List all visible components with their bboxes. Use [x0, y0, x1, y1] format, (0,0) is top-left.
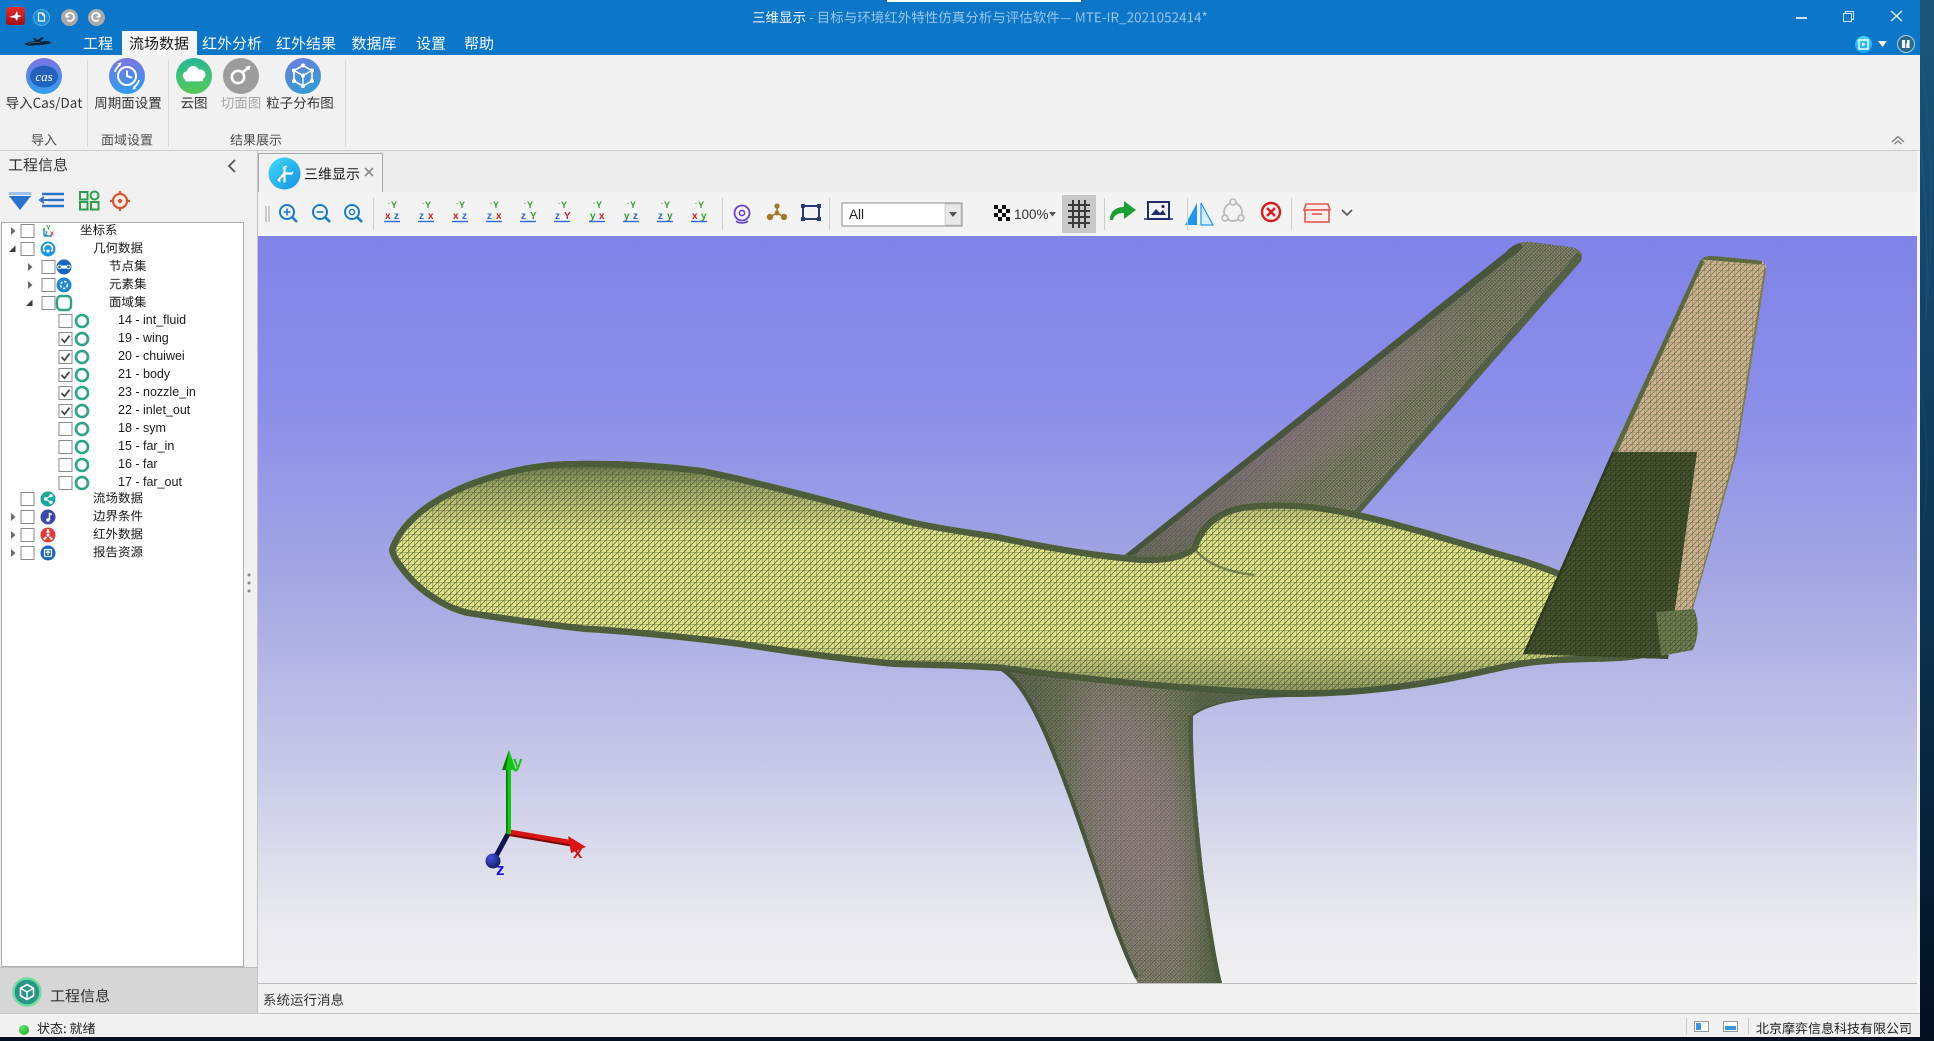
svg-text:z: z — [394, 211, 399, 222]
svg-text:Y: Y — [493, 200, 499, 210]
svg-text:Y: Y — [561, 200, 567, 210]
svg-text:Y: Y — [698, 200, 704, 210]
svg-text:Y: Y — [664, 200, 670, 210]
svg-text:Y: Y — [530, 211, 537, 222]
svg-text:Y: Y — [630, 200, 636, 210]
svg-text:100%: 100% — [1014, 207, 1049, 222]
svg-text:z: z — [555, 211, 560, 222]
svg-text:Y: Y — [459, 200, 465, 210]
svg-text:Y: Y — [564, 211, 571, 222]
svg-text:cas: cas — [35, 69, 52, 84]
svg-text:x: x — [428, 211, 434, 222]
svg-text:Y: Y — [391, 200, 397, 210]
svg-text:y: y — [590, 211, 596, 222]
svg-text:y: y — [624, 211, 630, 222]
svg-text:x: x — [599, 211, 605, 222]
svg-text:x: x — [453, 211, 459, 222]
svg-text:z: z — [658, 211, 663, 222]
svg-text:Y: Y — [425, 200, 431, 210]
svg-text:All: All — [849, 207, 864, 222]
svg-text:y: y — [701, 211, 707, 222]
svg-text:z: z — [633, 211, 638, 222]
svg-text:x: x — [50, 231, 54, 238]
svg-text:z: z — [496, 860, 505, 879]
svg-text:x: x — [573, 843, 583, 862]
svg-text:z: z — [419, 211, 424, 222]
svg-text:z: z — [45, 231, 49, 238]
svg-text:x: x — [496, 211, 502, 222]
svg-text:x: x — [385, 211, 391, 222]
svg-text:Y: Y — [596, 200, 602, 210]
svg-text:z: z — [462, 211, 467, 222]
svg-text:Y: Y — [527, 200, 533, 210]
svg-text:y: y — [667, 211, 673, 222]
svg-text:x: x — [692, 211, 698, 222]
svg-text:z: z — [521, 211, 526, 222]
svg-text:z: z — [487, 211, 492, 222]
svg-text:y: y — [513, 753, 523, 772]
